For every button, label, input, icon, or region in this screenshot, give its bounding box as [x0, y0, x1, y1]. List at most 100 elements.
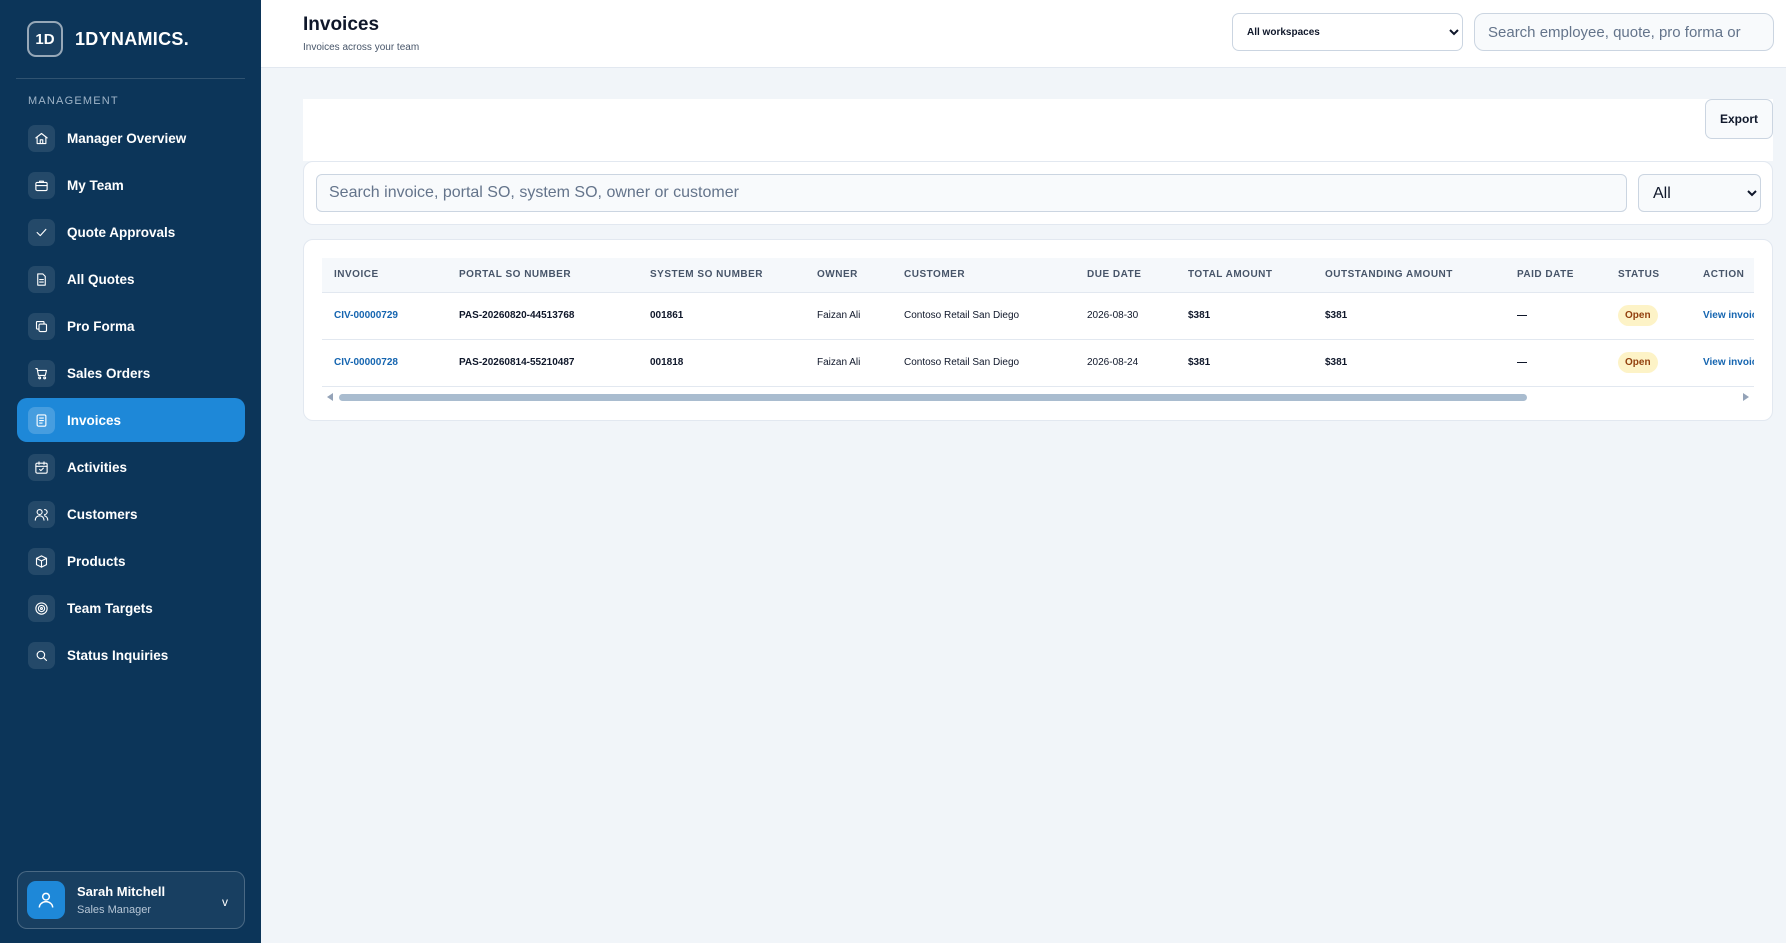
top-bar: Invoices Invoices across your team All w…: [261, 0, 1786, 68]
sidebar-item-sales-orders[interactable]: Sales Orders: [17, 351, 245, 395]
global-search-input[interactable]: [1474, 13, 1774, 51]
workspace-select[interactable]: All workspaces: [1232, 13, 1463, 51]
sidebar-item-label: Customers: [67, 506, 138, 522]
status-filter-select[interactable]: All: [1638, 174, 1761, 212]
page-title: Invoices: [303, 14, 380, 35]
column-header-portal-so: PORTAL SO NUMBER: [447, 258, 638, 293]
status-badge: Open: [1618, 305, 1658, 326]
owner-cell: Faizan Ali: [817, 357, 861, 368]
home-icon: [28, 124, 55, 152]
column-header-outstanding-amount: OUTSTANDING AMOUNT: [1313, 258, 1505, 293]
portal-so-cell: PAS-20260814-55210487: [459, 357, 575, 368]
sidebar-item-my-team[interactable]: My Team: [17, 163, 245, 207]
page-subtitle: Invoices across your team: [303, 42, 420, 53]
view-invoice-link[interactable]: View invoice: [1703, 310, 1754, 321]
brand-logo: 1D: [27, 21, 63, 57]
table-header-row: INVOICE PORTAL SO NUMBER SYSTEM SO NUMBE…: [322, 258, 1754, 293]
sidebar-item-invoices[interactable]: Invoices: [17, 398, 245, 442]
due-date-cell: 2026-08-24: [1087, 357, 1139, 368]
sidebar-item-label: Pro Forma: [67, 318, 135, 334]
toolbar: Export: [303, 99, 1773, 161]
paid-date-cell: —: [1517, 357, 1527, 368]
sidebar-nav: Manager Overview My Team Quote Approvals…: [17, 116, 245, 680]
sidebar-item-manager-overview[interactable]: Manager Overview: [17, 116, 245, 160]
portal-so-cell: PAS-20260820-44513768: [459, 310, 575, 321]
outstanding-amount-cell: $381: [1325, 357, 1348, 368]
outstanding-amount-cell: $381: [1325, 310, 1348, 321]
copy-icon: [28, 312, 55, 340]
due-date-cell: 2026-08-30: [1087, 310, 1139, 321]
invoice-icon: [28, 406, 55, 434]
invoice-link[interactable]: CIV-00000728: [334, 357, 398, 368]
sidebar-item-label: Activities: [67, 459, 128, 475]
cart-icon: [28, 359, 55, 387]
user-menu[interactable]: Sarah Mitchell Sales Manager v: [17, 871, 245, 929]
sidebar-item-label: Invoices: [67, 412, 122, 428]
owner-cell: Faizan Ali: [817, 310, 861, 321]
document-icon: [28, 265, 55, 293]
column-header-owner: OWNER: [805, 258, 892, 293]
sidebar-item-pro-forma[interactable]: Pro Forma: [17, 304, 245, 348]
scrollbar-track[interactable]: [339, 394, 1737, 401]
customer-cell: Contoso Retail San Diego: [904, 357, 1020, 368]
table-row: CIV-00000729 PAS-20260820-44513768 00186…: [322, 292, 1754, 339]
user-info: Sarah Mitchell Sales Manager: [77, 884, 165, 916]
sidebar-item-customers[interactable]: Customers: [17, 492, 245, 536]
column-header-status: STATUS: [1606, 258, 1691, 293]
sidebar-item-label: Products: [67, 553, 126, 569]
briefcase-icon: [28, 171, 55, 199]
total-amount-cell: $381: [1188, 357, 1211, 368]
scroll-right-arrow-icon[interactable]: [1743, 393, 1749, 401]
column-header-invoice: INVOICE: [322, 258, 447, 293]
sidebar-item-products[interactable]: Products: [17, 539, 245, 583]
sidebar-item-label: My Team: [67, 177, 124, 193]
scrollbar-thumb[interactable]: [339, 394, 1528, 401]
sidebar-item-activities[interactable]: Activities: [17, 445, 245, 489]
divider: [16, 78, 245, 79]
view-invoice-link[interactable]: View invoice: [1703, 357, 1754, 368]
invoices-table: INVOICE PORTAL SO NUMBER SYSTEM SO NUMBE…: [322, 258, 1754, 387]
invoices-table-card: INVOICE PORTAL SO NUMBER SYSTEM SO NUMBE…: [303, 239, 1773, 421]
brand[interactable]: 1D 1DYNAMICS.: [27, 21, 189, 57]
scroll-left-arrow-icon[interactable]: [327, 393, 333, 401]
filter-bar: All: [303, 161, 1773, 225]
export-button[interactable]: Export: [1705, 99, 1773, 139]
sidebar-item-all-quotes[interactable]: All Quotes: [17, 257, 245, 301]
sidebar-item-status-inquiries[interactable]: Status Inquiries: [17, 633, 245, 677]
brand-name: 1DYNAMICS.: [75, 28, 190, 49]
sidebar-item-label: Team Targets: [67, 600, 153, 616]
sidebar-section-label: MANAGEMENT: [28, 95, 119, 107]
sidebar-item-team-targets[interactable]: Team Targets: [17, 586, 245, 630]
sidebar-item-label: Status Inquiries: [67, 647, 169, 663]
sidebar-item-quote-approvals[interactable]: Quote Approvals: [17, 210, 245, 254]
invoice-link[interactable]: CIV-00000729: [334, 310, 398, 321]
column-header-total-amount: TOTAL AMOUNT: [1176, 258, 1313, 293]
status-badge: Open: [1618, 352, 1658, 373]
sidebar-item-label: Quote Approvals: [67, 224, 176, 240]
sidebar-item-label: All Quotes: [67, 271, 135, 287]
column-header-due-date: DUE DATE: [1075, 258, 1176, 293]
sidebar-item-label: Sales Orders: [67, 365, 151, 381]
column-header-customer: CUSTOMER: [892, 258, 1075, 293]
user-role: Sales Manager: [77, 904, 151, 916]
horizontal-scrollbar[interactable]: [322, 391, 1754, 403]
system-so-cell: 001861: [650, 310, 684, 321]
users-icon: [28, 500, 55, 528]
system-so-cell: 001818: [650, 357, 684, 368]
search-icon: [28, 641, 55, 669]
chevron-down-icon[interactable]: v: [222, 895, 228, 909]
column-header-action: ACTION: [1691, 258, 1754, 293]
customer-cell: Contoso Retail San Diego: [904, 310, 1020, 321]
column-header-paid-date: PAID DATE: [1505, 258, 1606, 293]
table-scroll-area[interactable]: INVOICE PORTAL SO NUMBER SYSTEM SO NUMBE…: [322, 258, 1754, 391]
sidebar-item-label: Manager Overview: [67, 130, 187, 146]
target-icon: [28, 594, 55, 622]
column-header-system-so: SYSTEM SO NUMBER: [638, 258, 805, 293]
box-icon: [28, 547, 55, 575]
table-row: CIV-00000728 PAS-20260814-55210487 00181…: [322, 339, 1754, 386]
paid-date-cell: —: [1517, 310, 1527, 321]
calendar-check-icon: [28, 453, 55, 481]
user-name: Sarah Mitchell: [77, 884, 166, 899]
avatar: [27, 881, 65, 919]
invoice-search-input[interactable]: [316, 174, 1627, 212]
